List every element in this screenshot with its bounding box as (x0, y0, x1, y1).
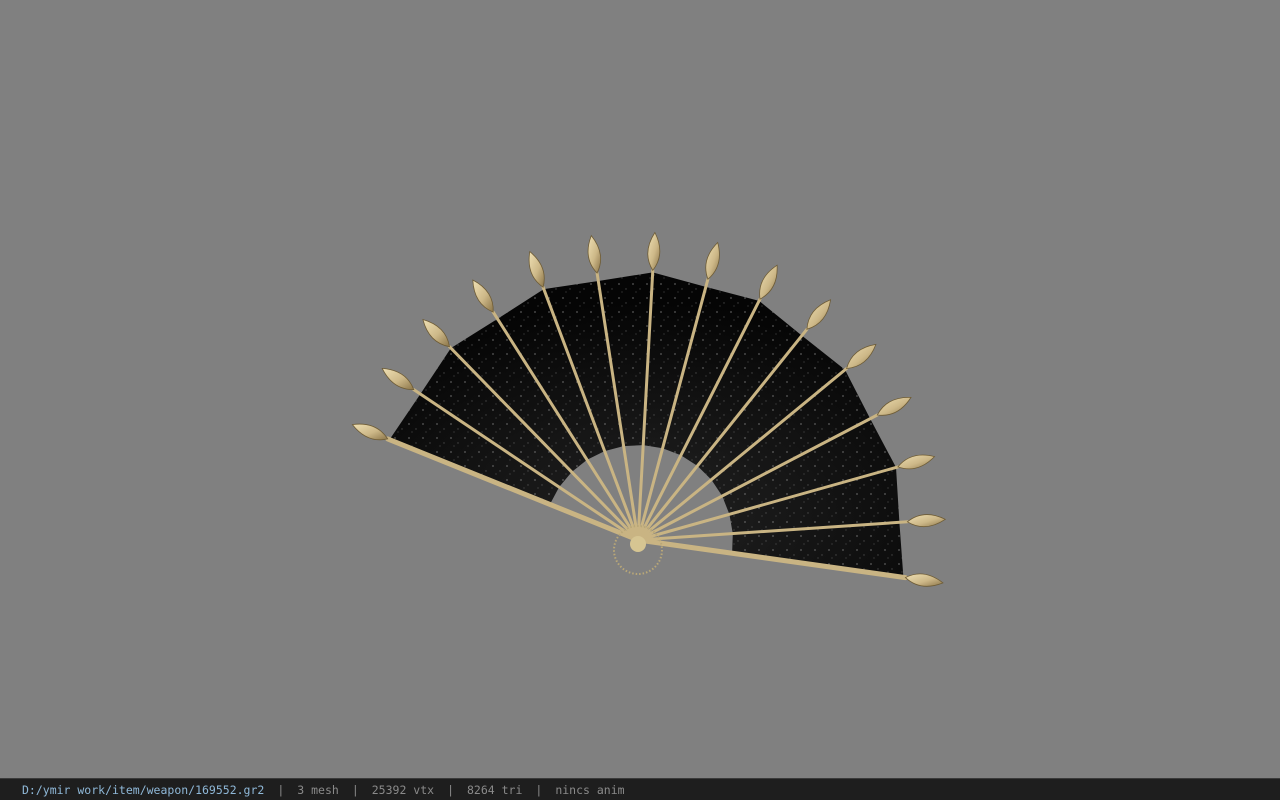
fan-tip (806, 299, 832, 330)
fan-pivot-rivet (630, 536, 646, 552)
fan-model (351, 231, 947, 587)
fan-tip (846, 343, 877, 369)
fan-tip (906, 514, 947, 528)
fan-tip (647, 231, 661, 272)
animation-status-label: nincs anim (555, 782, 625, 797)
fan-tip (904, 573, 944, 587)
fan-tip (587, 234, 602, 274)
fan-tip (897, 454, 936, 470)
status-bar: D:/ymir work/item/weapon/169552.gr2 | 3 … (0, 778, 1280, 800)
fan-tip (422, 318, 450, 348)
fan-tip (472, 279, 494, 313)
vertex-count-label: 25392 vtx (371, 782, 435, 797)
file-path-label: D:/ymir work/item/weapon/169552.gr2 (22, 782, 265, 797)
fan-tip (876, 396, 912, 416)
fan-tip (528, 250, 545, 288)
separator: | (447, 782, 454, 797)
mesh-count-label: 3 mesh (297, 782, 339, 797)
3d-viewport[interactable] (0, 0, 1280, 778)
fan-tip (705, 241, 720, 280)
separator: | (535, 782, 543, 797)
separator: | (351, 782, 359, 797)
separator: | (277, 782, 285, 797)
fan-tip (759, 264, 778, 300)
fan-tip (381, 367, 415, 391)
fan-tip (351, 423, 389, 441)
triangle-count-label: 8264 tri (467, 782, 523, 797)
